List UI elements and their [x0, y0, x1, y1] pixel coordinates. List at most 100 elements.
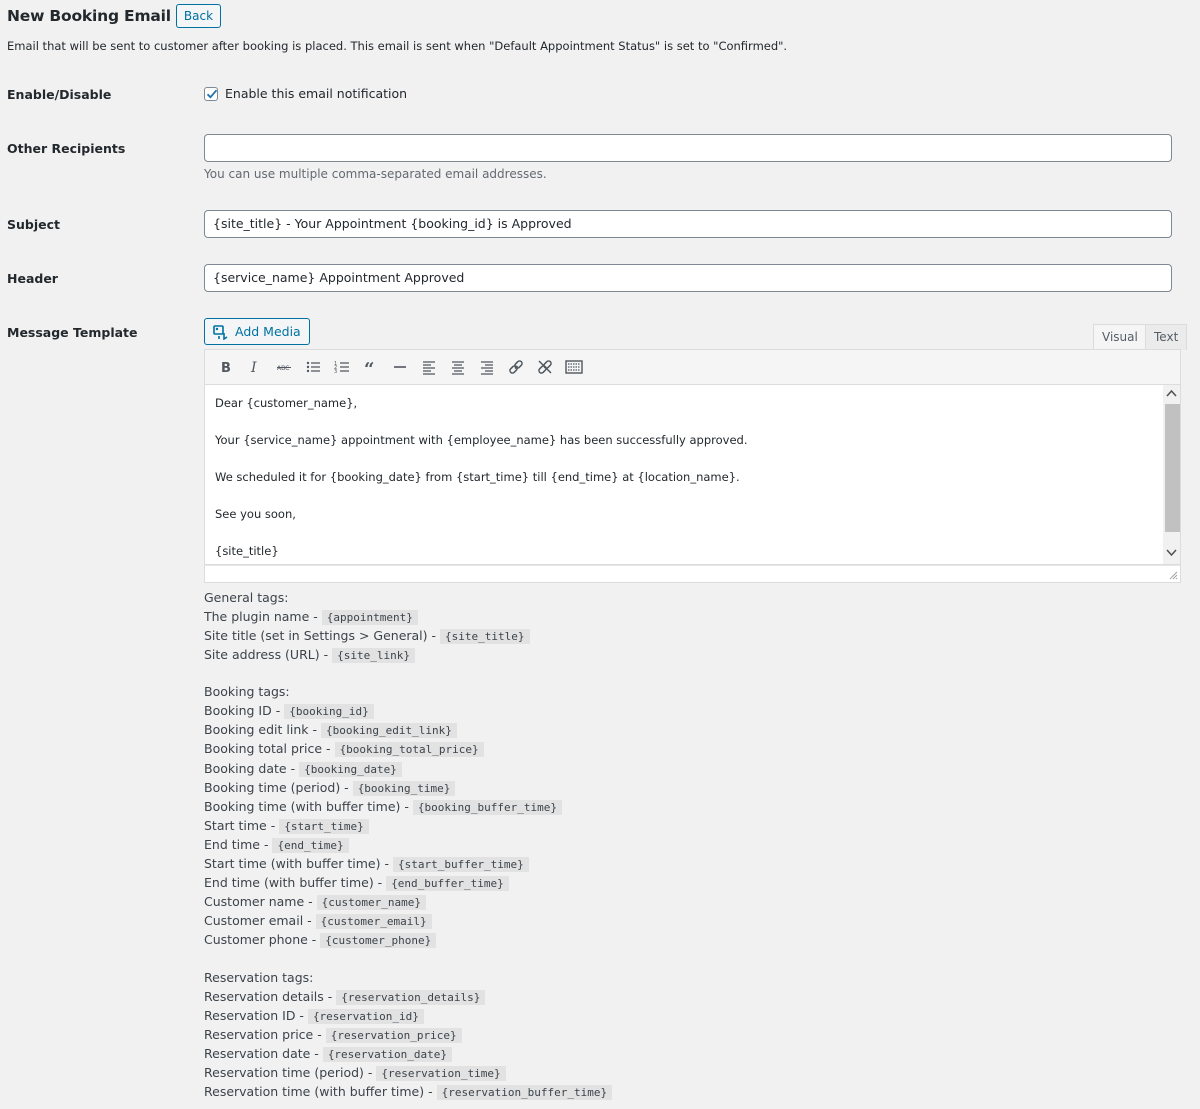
tag-label: Booking time (with buffer time) - — [204, 798, 409, 814]
tag-item: End time - {end_time} — [204, 837, 612, 856]
tag-label: Site address (URL) - — [204, 647, 329, 663]
tag-label: The plugin name - — [204, 609, 318, 624]
editor-line: See you soon, — [215, 507, 296, 521]
enable-checkbox[interactable] — [204, 86, 218, 101]
tag-item: Booking time (period) - {booking_time} — [204, 780, 612, 799]
tag-label: Start time (with buffer time) - — [204, 856, 389, 872]
tag-item: Customer email - {customer_email} — [204, 913, 612, 932]
subject-input[interactable]: {site_title} - Your Appointment {booking… — [204, 210, 1172, 238]
insert-link-icon[interactable] — [503, 355, 528, 380]
recipients-input[interactable] — [204, 134, 1172, 162]
svg-text:3: 3 — [334, 369, 337, 375]
tag-code: {reservation_buffer_time} — [436, 1084, 613, 1100]
svg-text:B: B — [221, 361, 231, 375]
svg-text:“: “ — [364, 359, 374, 375]
recipients-description: You can use multiple comma-separated ema… — [204, 167, 547, 181]
tag-label: Reservation details - — [204, 988, 333, 1004]
back-button[interactable]: Back — [175, 4, 222, 28]
tag-reference: General tags: The plugin name - {appointm… — [204, 590, 613, 1103]
bold-icon[interactable]: B — [213, 355, 238, 380]
bullet-list-icon[interactable] — [300, 355, 325, 380]
tag-code: {reservation_date} — [322, 1046, 453, 1062]
scroll-up-icon[interactable] — [1166, 389, 1177, 397]
tag-code: {start_buffer_time} — [392, 857, 529, 873]
editor-line: {site_title} — [215, 544, 279, 558]
tag-code: {booking_buffer_time} — [412, 799, 562, 815]
tag-label: Booking edit link - — [204, 722, 317, 738]
tag-code: {booking_total_price} — [334, 742, 484, 758]
tag-label: Start time - — [204, 817, 276, 833]
tag-item: Booking date - {booking_date} — [204, 761, 612, 780]
blockquote-icon[interactable]: “ — [358, 355, 383, 380]
tag-label: Customer name - — [204, 894, 313, 910]
toolbar-toggle-icon[interactable] — [561, 355, 586, 380]
tag-label: Reservation ID - — [204, 1007, 304, 1023]
strikethrough-icon[interactable]: ABC — [271, 355, 296, 380]
editor-content[interactable]: Dear {customer_name}, Your {service_name… — [205, 385, 1180, 557]
tag-code: {appointment} — [321, 610, 418, 625]
message-template-label: Message Template — [7, 325, 138, 340]
tag-code: {site_link} — [332, 648, 415, 664]
editor-line: Your {service_name} appointment with {em… — [215, 433, 748, 447]
tag-label: End time - — [204, 836, 269, 852]
tag-code: {reservation_id} — [307, 1008, 424, 1024]
tag-code: {reservation_time} — [376, 1065, 506, 1081]
tag-item: Reservation ID - {reservation_id} — [204, 1008, 612, 1027]
add-media-button[interactable]: Add Media — [204, 318, 310, 345]
tag-label: Booking date - — [204, 760, 296, 776]
tag-label: Reservation price - — [204, 1026, 322, 1042]
horizontal-line-icon[interactable] — [387, 355, 412, 380]
tag-code: {end_time} — [272, 837, 349, 853]
tag-item: End time (with buffer time) - {end_buffer… — [204, 875, 612, 894]
enable-checkbox-label[interactable]: Enable this email notification — [225, 86, 407, 101]
remove-link-icon[interactable] — [532, 355, 557, 380]
header-input[interactable]: {service_name} Appointment Approved — [204, 264, 1172, 292]
tag-item: Reservation details - {reservation_detail… — [204, 989, 612, 1008]
italic-icon[interactable]: I — [242, 355, 267, 380]
add-media-label[interactable]: Add Media — [235, 324, 301, 339]
tag-label: Site title (set in Settings > General) - — [204, 628, 437, 644]
checkmark-icon — [206, 89, 218, 99]
tag-item: Site title (set in Settings > General) -… — [204, 628, 612, 647]
editor-scrollbar[interactable] — [1163, 385, 1180, 564]
svg-text:I: I — [250, 360, 257, 375]
add-media-icon — [213, 324, 228, 340]
message-editor[interactable]: Dear {customer_name}, Your {service_name… — [204, 385, 1181, 565]
tag-item: Booking time (with buffer time) - {bookin… — [204, 799, 612, 818]
editor-line: We scheduled it for {booking_date} from … — [215, 470, 740, 484]
tag-code: {start_time} — [279, 818, 369, 834]
tag-label: End time (with buffer time) - — [204, 875, 383, 891]
recipients-label: Other Recipients — [7, 141, 126, 156]
resize-handle-icon[interactable] — [1168, 570, 1178, 580]
tag-item: Customer name - {customer_name} — [204, 894, 612, 913]
booking-tags-list: Booking ID - {booking_id} Booking edit lin… — [204, 703, 612, 951]
tag-code: {end_buffer_time} — [386, 876, 509, 892]
numbered-list-icon[interactable]: 123 — [329, 355, 354, 380]
booking-tags-heading: Booking tags: — [204, 684, 290, 700]
tag-code: {site_title} — [440, 629, 530, 645]
tag-item: Start time - {start_time} — [204, 818, 612, 837]
align-left-icon[interactable] — [416, 355, 441, 380]
general-tags-list: The plugin name - {appointment} Site title… — [204, 609, 612, 666]
enable-checkbox-row[interactable]: Enable this email notification — [204, 86, 407, 101]
tag-item: Customer phone - {customer_phone} — [204, 932, 612, 951]
tag-code: {booking_edit_link} — [320, 723, 457, 739]
tag-item: Reservation price - {reservation_price} — [204, 1027, 612, 1046]
tag-label: Reservation time (period) - — [204, 1064, 373, 1080]
scroll-down-icon[interactable] — [1166, 549, 1177, 557]
editor-statusbar — [204, 565, 1181, 583]
general-tags-heading: General tags: — [204, 590, 289, 605]
align-right-icon[interactable] — [474, 355, 499, 380]
tag-item: Reservation time (with buffer time) - {re… — [204, 1084, 613, 1103]
tag-label: Customer email - — [204, 913, 312, 929]
align-center-icon[interactable] — [445, 355, 470, 380]
scroll-thumb[interactable] — [1165, 404, 1180, 532]
tag-label: Booking time (period) - — [204, 779, 349, 795]
tab-text[interactable]: Text — [1145, 324, 1188, 350]
enable-label: Enable/Disable — [7, 87, 112, 102]
tag-code: {booking_date} — [299, 761, 402, 777]
tab-visual[interactable]: Visual — [1093, 324, 1147, 350]
tag-item: Reservation date - {reservation_date} — [204, 1046, 612, 1065]
tag-item: The plugin name - {appointment} — [204, 609, 612, 628]
subject-label: Subject — [7, 217, 60, 232]
